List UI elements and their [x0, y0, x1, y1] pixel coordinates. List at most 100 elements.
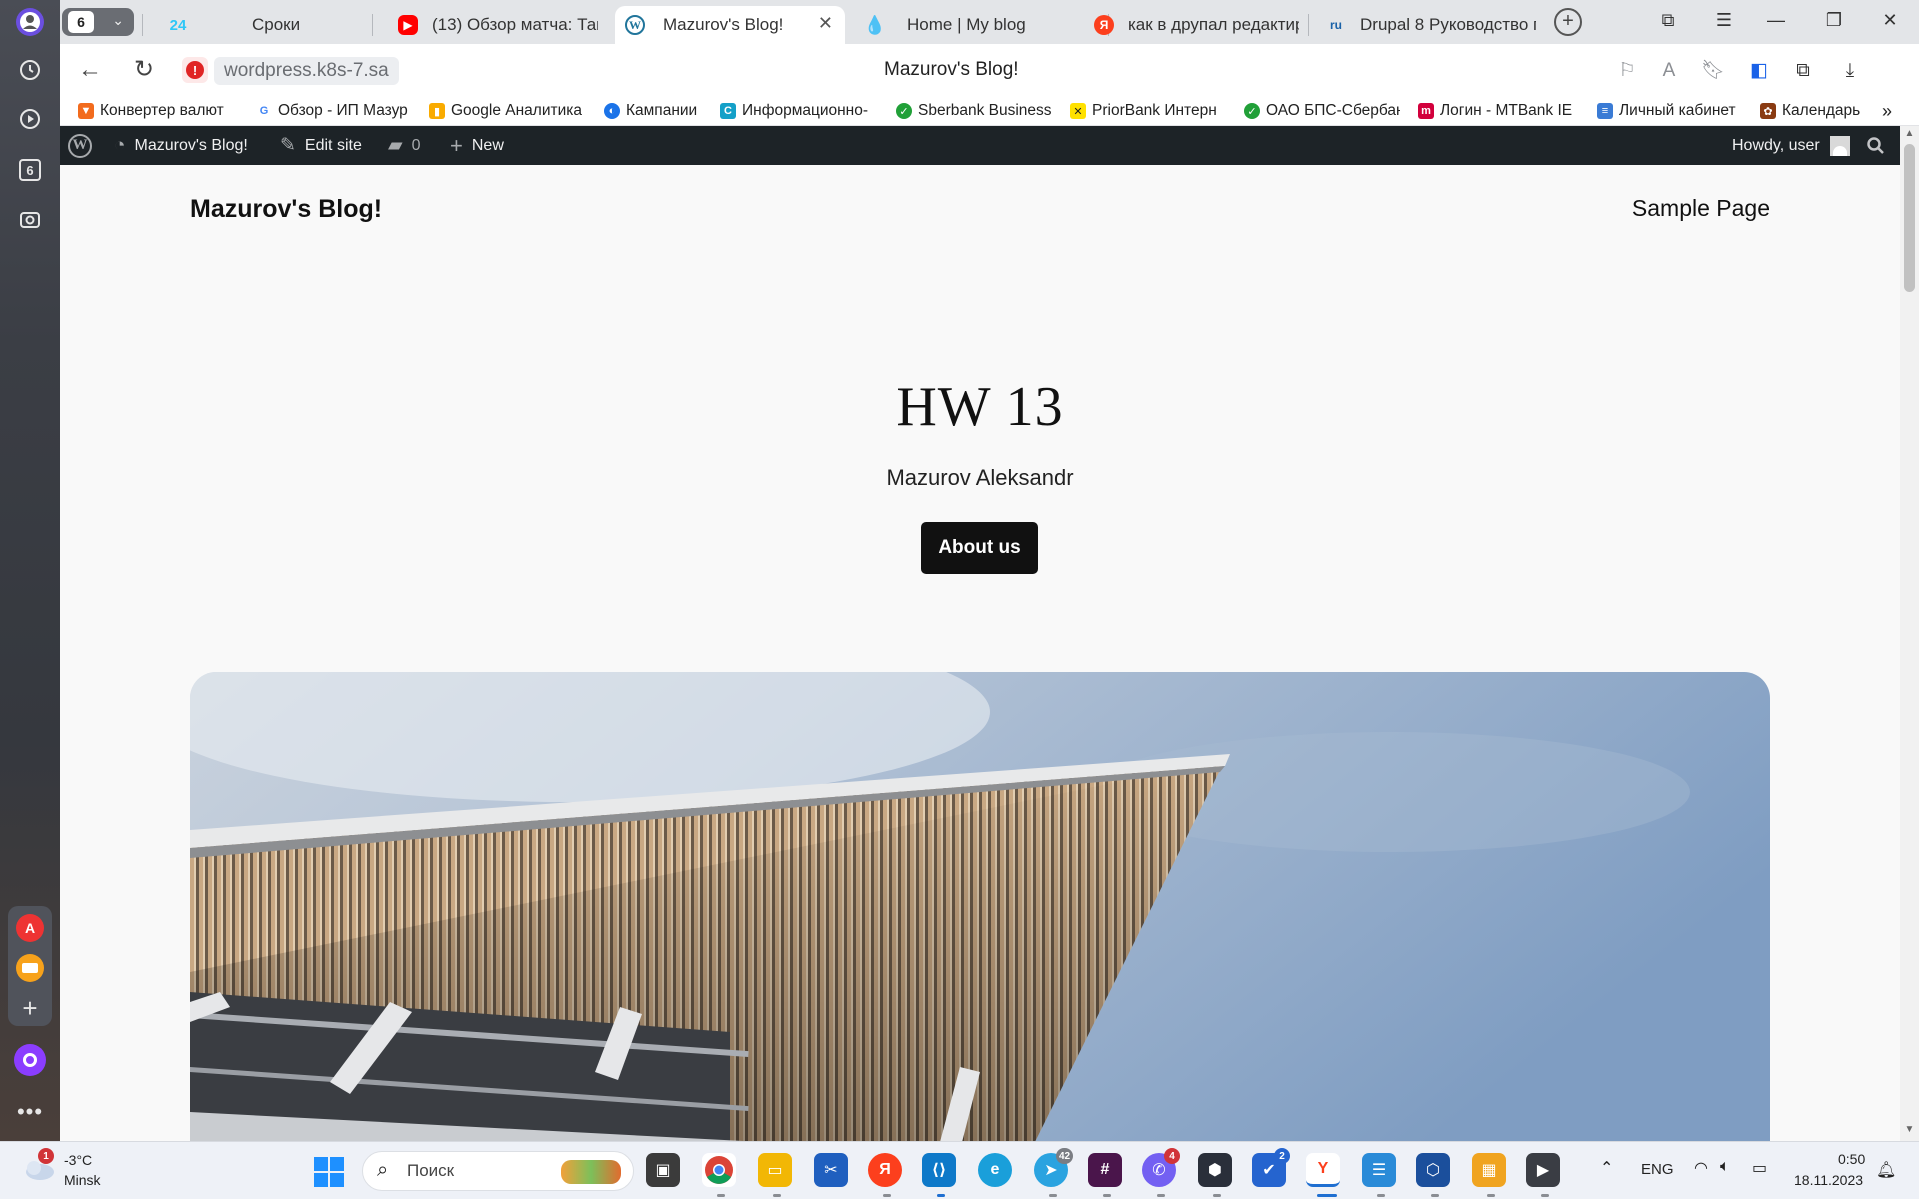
wp-logo-menu[interactable]: W	[68, 126, 92, 165]
collections-icon[interactable]: ⧉	[1654, 10, 1682, 31]
tab-strip: 6 ⌄ 24 Сроки ▶ (13) Обзор матча: Тампа W…	[60, 0, 1919, 44]
tab-wordpress-active[interactable]: W Mazurov's Blog! ✕	[615, 6, 845, 44]
edge-icon[interactable]: e	[978, 1153, 1012, 1187]
clock-time[interactable]: 0:50	[1838, 1151, 1865, 1167]
start-button[interactable]	[314, 1157, 344, 1192]
tab-drupal-ru[interactable]: ru Drupal 8 Руководство п	[1316, 6, 1546, 44]
about-us-button[interactable]: About us	[921, 522, 1038, 574]
avatar	[1829, 135, 1850, 156]
app-hex-icon[interactable]: ⬢	[1198, 1153, 1232, 1187]
webpage-viewport: Mazurov's Blog! Sample Page HW 13 Mazuro…	[60, 165, 1900, 1141]
tab-drupal[interactable]: 💧 Home | My blog	[855, 6, 1095, 44]
windows-taskbar: 1 -3°C Minsk ⌕ Поиск ▣ ▭ ✂ Я ⟨⟩ e ➤ 42 #…	[0, 1141, 1919, 1199]
bitrix24-icon: 24	[169, 16, 187, 34]
volume-icon[interactable]: 🔈︎	[1720, 1158, 1730, 1176]
wp-new-content-link[interactable]: + New	[450, 126, 504, 165]
bookmark-item[interactable]: ✓ Sberbank Business	[896, 100, 1052, 122]
profile-icon[interactable]	[12, 4, 48, 40]
archive-icon[interactable]: ▦	[1472, 1153, 1506, 1187]
sidebar-toggle-icon[interactable]: ◧	[1746, 58, 1772, 84]
bookmark-item[interactable]: ✕ PriorBank Интерн	[1070, 100, 1226, 122]
virtualbox-icon[interactable]: ⬡	[1416, 1153, 1450, 1187]
brush-icon: ✎	[280, 135, 296, 156]
tray-overflow-icon[interactable]: ⌃	[1600, 1158, 1613, 1178]
bookmark-item[interactable]: G Обзор - ИП Мазур	[256, 100, 412, 122]
translate-app-icon[interactable]: A	[12, 910, 48, 946]
bookmark-icon[interactable]: 🔖︎	[1700, 58, 1726, 84]
scrollbar-thumb[interactable]	[1904, 144, 1915, 292]
vscode-icon[interactable]: ⟨⟩	[922, 1153, 956, 1187]
analytics-icon: ▮	[429, 103, 445, 119]
bookmark-item[interactable]: C Информационно-	[720, 100, 880, 122]
translate-icon[interactable]: A	[1656, 58, 1682, 84]
wp-account-menu[interactable]: Howdy, user	[1732, 126, 1850, 165]
bookmark-item[interactable]: m Логин - MTBank IE	[1418, 100, 1578, 122]
mail-app-icon[interactable]	[12, 950, 48, 986]
reader-mode-icon[interactable]: ⚐	[1614, 58, 1640, 84]
wordpress-icon: W	[625, 15, 645, 35]
menu-icon[interactable]: ☰	[1710, 10, 1738, 31]
wifi-icon[interactable]: ◠	[1694, 1158, 1708, 1178]
clock-date[interactable]: 18.11.2023	[1794, 1172, 1863, 1188]
task-view-icon[interactable]: ▣	[646, 1153, 680, 1187]
cabinet-icon: ≡	[1597, 103, 1613, 119]
bookmark-item[interactable]: ▮ Google Аналитика	[429, 100, 584, 122]
reload-button[interactable]: ↻	[130, 56, 158, 84]
screenshot-icon[interactable]	[12, 202, 48, 238]
scroll-up-icon[interactable]: ▲	[1900, 128, 1919, 139]
tab-count-button[interactable]: 6 ⌄	[62, 8, 134, 36]
yandex-active-icon[interactable]: Y	[1306, 1153, 1340, 1187]
dashboard-icon: ◔	[114, 134, 126, 156]
wordpress-icon: W	[68, 133, 92, 158]
bookmark-item[interactable]: ≡ Личный кабинет	[1597, 100, 1737, 122]
bookmark-item[interactable]: ◐ Кампании	[604, 100, 724, 122]
hero-subtitle: Mazurov Aleksandr	[886, 465, 1074, 490]
tab-youtube[interactable]: ▶ (13) Обзор матча: Тампа	[388, 6, 608, 44]
yandex-browser-icon[interactable]: Я	[868, 1153, 902, 1187]
minimize-icon[interactable]: —	[1762, 10, 1790, 31]
back-button[interactable]: ←	[76, 56, 104, 84]
wp-site-name-link[interactable]: ◔ Mazurov's Blog!	[114, 126, 248, 165]
scroll-down-icon[interactable]: ▼	[1900, 1124, 1919, 1135]
notepad-icon[interactable]: ☰	[1362, 1153, 1396, 1187]
bookmarks-overflow-icon[interactable]: »	[1882, 100, 1902, 122]
comment-icon: ▰	[388, 135, 403, 156]
wp-comments-link[interactable]: ▰ 0	[388, 126, 421, 165]
viber-badge: 4	[1164, 1148, 1180, 1164]
tab-sroki[interactable]: 24 Сроки	[158, 6, 358, 44]
taskbar-search[interactable]: ⌕ Поиск	[362, 1151, 634, 1191]
add-panel-icon[interactable]: +	[12, 990, 48, 1026]
wp-search-icon[interactable]	[1867, 126, 1885, 165]
history-icon[interactable]	[12, 52, 48, 88]
bookmarks-bar: ▼ Конвертер валют G Обзор - ИП Мазур ▮ Goog…	[60, 96, 1919, 126]
download-icon[interactable]: ⤓	[1837, 58, 1863, 84]
close-tab-icon[interactable]: ✕	[818, 13, 833, 34]
slack-icon[interactable]: #	[1088, 1153, 1122, 1187]
page-scrollbar[interactable]: ▲ ▼	[1900, 126, 1919, 1141]
more-icon[interactable]: •••	[12, 1094, 48, 1130]
tab-yandex-search[interactable]: Я как в друпал редактиро	[1084, 6, 1309, 44]
extensions-icon[interactable]: ⧉	[1790, 58, 1816, 84]
language-indicator[interactable]: ENG	[1641, 1161, 1674, 1178]
chrome-icon[interactable]	[702, 1153, 736, 1187]
tabs-counter-icon[interactable]: 6	[12, 152, 48, 188]
alice-icon[interactable]	[12, 1042, 48, 1078]
bookmark-item[interactable]: ✿ Календарь	[1760, 100, 1870, 122]
notification-bell-icon[interactable]: 🔔︎	[1876, 1160, 1896, 1180]
new-tab-button[interactable]: +	[1554, 8, 1582, 36]
terminal-icon[interactable]: ▶	[1526, 1153, 1560, 1187]
site-title[interactable]: Mazurov's Blog!	[190, 195, 382, 224]
bookmark-item[interactable]: ▼ Конвертер валют	[78, 100, 233, 122]
wp-admin-bar: W ◔ Mazurov's Blog! ✎ Edit site ▰ 0 + Ne…	[60, 126, 1900, 165]
bookmark-item[interactable]: ✓ ОАО БПС-Сбербан	[1244, 100, 1400, 122]
nav-link-sample-page[interactable]: Sample Page	[1632, 195, 1770, 222]
battery-icon[interactable]: ▭	[1752, 1158, 1767, 1178]
video-icon[interactable]	[12, 101, 48, 137]
wp-edit-site-link[interactable]: ✎ Edit site	[280, 126, 362, 165]
url-field[interactable]: wordpress.k8s-7.sa	[214, 57, 399, 85]
snipping-tool-icon[interactable]: ✂	[814, 1153, 848, 1187]
file-explorer-icon[interactable]: ▭	[758, 1153, 792, 1187]
insecure-connection-icon[interactable]: !	[182, 57, 208, 83]
restore-icon[interactable]: ❐	[1820, 10, 1848, 31]
close-window-icon[interactable]: ✕	[1876, 10, 1904, 31]
